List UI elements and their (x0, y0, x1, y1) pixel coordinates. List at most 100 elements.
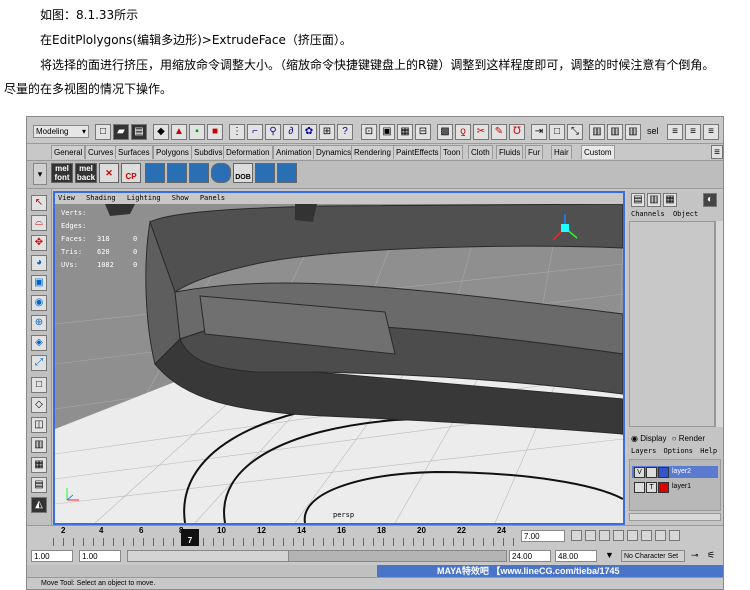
channel-scrollbar[interactable] (715, 221, 723, 427)
select-object-icon[interactable]: ▲ (171, 124, 187, 140)
tab-polygons[interactable]: Polygons (153, 145, 192, 159)
render-frame-icon[interactable]: ▣ (379, 124, 395, 140)
merge-icon[interactable]: ✕ (99, 163, 119, 183)
ipr-render-icon[interactable]: ▦ (397, 124, 413, 140)
select-by-type-icon[interactable]: ■ (207, 124, 223, 140)
rotate-tool-icon[interactable]: ◕ (31, 255, 47, 271)
key-icon[interactable]: ⊸ (691, 550, 699, 561)
snap-view-icon[interactable]: ∂ (283, 124, 299, 140)
save-scene-icon[interactable]: ▤ (131, 124, 147, 140)
gear-icon[interactable]: ◐ (703, 193, 717, 207)
output-icon[interactable]: □ (549, 124, 565, 140)
move-tool-icon[interactable]: ✥ (31, 235, 47, 251)
layer-visibility-toggle[interactable] (634, 482, 645, 493)
smooth-icon[interactable] (211, 163, 231, 183)
options-menu[interactable]: Options (664, 447, 694, 455)
layer-h-scrollbar[interactable] (629, 513, 721, 521)
current-time-field[interactable]: 7.00 (521, 530, 565, 542)
playback-start-field[interactable]: 1.00 (79, 550, 121, 562)
paint-icon[interactable]: ✎ (491, 124, 507, 140)
layer-color-swatch[interactable] (658, 482, 669, 493)
list-icon-2[interactable]: ≡ (685, 124, 701, 140)
select-component-icon[interactable]: ▪ (189, 124, 205, 140)
attribute-editor-icon[interactable]: ▥ (607, 124, 623, 140)
display-radio-icon[interactable]: ◉ (631, 434, 638, 443)
make-live-icon[interactable]: ✿ (301, 124, 317, 140)
chevron-down-icon[interactable]: ▼ (605, 550, 614, 560)
render-radio-icon[interactable]: ○ (672, 434, 677, 443)
prefs-icon[interactable]: ⚟ (707, 550, 715, 561)
soft-mod-icon[interactable]: ⊕ (31, 315, 47, 331)
lock-icon[interactable]: ⊡ (361, 124, 377, 140)
scale-tool-icon[interactable]: ▣ (31, 275, 47, 291)
playback-end-field[interactable]: 24.00 (509, 550, 551, 562)
tab-curves[interactable]: Curves (85, 145, 117, 159)
input-line-icon[interactable]: ⇥ (531, 124, 547, 140)
tab-surfaces[interactable]: Surfaces (115, 145, 153, 159)
snap-curve-icon[interactable]: ⌐ (247, 124, 263, 140)
go-start-icon[interactable] (571, 530, 582, 541)
transform-icon[interactable]: ⤡ (567, 124, 583, 140)
layout-graph-icon[interactable]: ▦ (31, 457, 47, 473)
tab-animation[interactable]: Animation (273, 145, 315, 159)
tab-fur[interactable]: Fur (525, 145, 543, 159)
end-time-field[interactable]: 48.00 (555, 550, 597, 562)
history-icon[interactable]: ⊞ (319, 124, 335, 140)
list-icon[interactable]: ≡ (667, 124, 683, 140)
tab-toon[interactable]: Toon (440, 145, 464, 159)
tab-dynamics[interactable]: Dynamics (313, 145, 355, 159)
select-hierarchy-icon[interactable]: ◆ (153, 124, 169, 140)
select-tool-icon[interactable]: ↖ (31, 195, 47, 211)
panels-menu[interactable]: Panels (200, 194, 225, 202)
tab-deformation[interactable]: Deformation (223, 145, 273, 159)
layer-editor-icon[interactable]: ▥ (647, 193, 661, 207)
time-ruler[interactable]: 2 4 6 8 10 12 14 16 18 20 22 24 7 (53, 526, 519, 548)
play-forward-icon[interactable] (627, 530, 638, 541)
magnet-icon[interactable]: ✂ (473, 124, 489, 140)
channel-box-toggle-icon[interactable]: ▥ (589, 124, 605, 140)
range-bar[interactable] (127, 550, 507, 562)
tool-settings-icon[interactable]: ▥ (625, 124, 641, 140)
range-handle[interactable] (128, 551, 289, 561)
help-menu[interactable]: Help (700, 447, 717, 455)
split-icon[interactable] (189, 163, 209, 183)
bevel-icon[interactable] (167, 163, 187, 183)
combine-icon[interactable] (255, 163, 275, 183)
layer-row[interactable]: V layer2 (632, 466, 718, 478)
lasso-tool-icon[interactable]: ⌓ (31, 215, 47, 231)
current-frame-marker[interactable]: 7 (181, 529, 199, 546)
tab-cloth[interactable]: Cloth (468, 145, 493, 159)
mel-font-button[interactable]: mel font (51, 163, 73, 183)
tab-rendering[interactable]: Rendering (351, 145, 394, 159)
step-back-icon[interactable] (585, 530, 596, 541)
dob-button[interactable]: DOB (233, 163, 253, 183)
shelf-menu-icon[interactable]: ≡ (711, 145, 723, 159)
extrude-icon[interactable] (145, 163, 165, 183)
layout-persp-outliner-icon[interactable]: ▥ (31, 437, 47, 453)
cube-icon[interactable] (277, 163, 297, 183)
channel-box-icon[interactable]: ▤ (631, 193, 645, 207)
layer-template-toggle[interactable]: T (646, 482, 657, 493)
layout-single-icon[interactable]: □ (31, 377, 47, 393)
attr-editor-icon[interactable]: ▦ (663, 193, 677, 207)
time-slider[interactable]: 2 4 6 8 10 12 14 16 18 20 22 24 7 7.00 (27, 525, 723, 548)
play-back-icon[interactable] (613, 530, 624, 541)
layout-side-icon[interactable]: ◫ (31, 417, 47, 433)
layer-color-swatch[interactable] (658, 467, 669, 478)
step-forward-key-icon[interactable] (641, 530, 652, 541)
snap-point-icon[interactable]: ⚲ (265, 124, 281, 140)
step-forward-icon[interactable] (655, 530, 666, 541)
viewport-persp[interactable]: View Shading Lighting Show Panels Verts:… (53, 191, 625, 525)
tab-general[interactable]: General (51, 145, 86, 159)
list-icon-3[interactable]: ≡ (703, 124, 719, 140)
mode-select[interactable]: Modeling ▾ (33, 125, 89, 138)
manipulator-icon[interactable]: ◉ (31, 295, 47, 311)
tab-painteffects[interactable]: PaintEffects (393, 145, 442, 159)
hypershade-icon[interactable]: ▩ (437, 124, 453, 140)
tab-hair[interactable]: Hair (551, 145, 572, 159)
layer-visibility-toggle[interactable]: V (634, 467, 645, 478)
tab-custom[interactable]: Custom (581, 145, 615, 159)
curve-icon[interactable]: ƍ (455, 124, 471, 140)
lighting-menu[interactable]: Lighting (127, 194, 161, 202)
question-icon[interactable]: ? (337, 124, 353, 140)
